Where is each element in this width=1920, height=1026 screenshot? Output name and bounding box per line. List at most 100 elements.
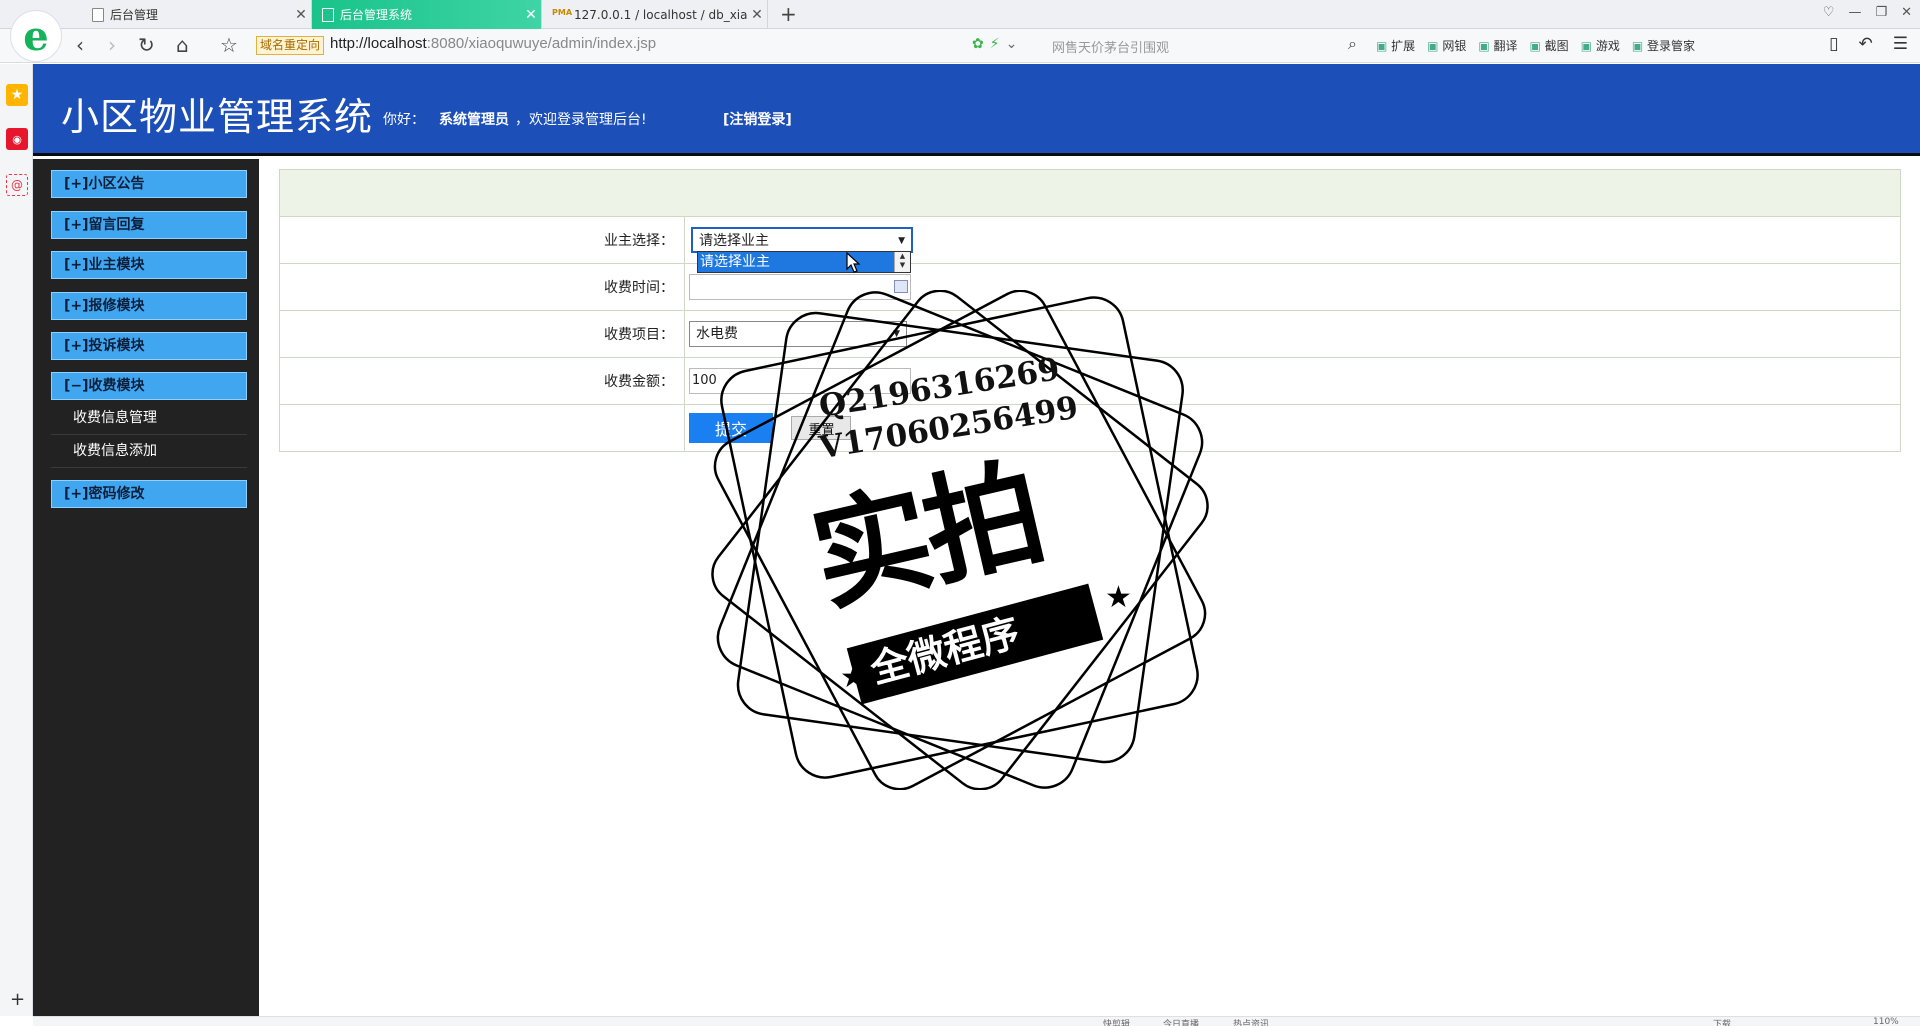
window-controls: ♡ — ❐ ✕ — [1823, 5, 1912, 20]
close-icon[interactable]: ✕ — [291, 7, 311, 23]
home-icon[interactable]: ⌂ — [176, 34, 189, 56]
url-host: http://localhost — [330, 35, 427, 52]
form-row-owner: 业主选择： 请选择业主 — [279, 216, 1901, 264]
greeting-suffix: ，欢迎登录管理后台! — [515, 112, 647, 128]
sidebar-item-notice[interactable]: [+]小区公告 — [51, 170, 247, 198]
close-icon[interactable]: ✕ — [747, 7, 767, 23]
weibo-icon[interactable]: ◉ — [6, 128, 28, 150]
restore-icon[interactable]: ❐ — [1875, 5, 1887, 20]
toolbar-login-manager[interactable]: 登录管家 — [1632, 37, 1695, 54]
tab-title: 127.0.0.1 / localhost / db_xiac — [574, 7, 747, 22]
browser-tab[interactable]: PMA 127.0.0.1 / localhost / db_xiac ✕ — [542, 0, 768, 29]
search-input[interactable]: 网售天价茅台引围观 — [1052, 37, 1169, 56]
user-name: 系统管理员 — [439, 112, 509, 128]
app-title: 小区物业管理系统 — [61, 95, 374, 139]
add-icon[interactable]: + — [10, 989, 25, 1010]
browser-toolbar-right: ▯ ↶ ☰ — [1829, 34, 1908, 54]
minimize-icon[interactable]: — — [1848, 5, 1861, 20]
page-icon — [92, 7, 104, 22]
sidebar-item-password[interactable]: [+]密码修改 — [51, 480, 247, 508]
forward-icon[interactable]: › — [108, 34, 116, 56]
sidebar-subitem-fee-manage[interactable]: 收费信息管理 — [51, 402, 247, 435]
status-item[interactable]: 热点资讯 — [1233, 1017, 1269, 1026]
close-icon[interactable]: ✕ — [521, 7, 541, 23]
time-label: 收费时间： — [279, 263, 685, 311]
sidebar-item-complaint[interactable]: [+]投诉模块 — [51, 332, 247, 360]
url-path: :8080/xiaoquwuye/admin/index.jsp — [426, 35, 657, 52]
browser-status-bar: 快剪辑 今日直播 热点资讯 下载 110% — [33, 1016, 1920, 1026]
item-cell: 水电费 — [684, 310, 1901, 358]
main-content: 业主选择： 请选择业主 收费时间： 收费项目： 水电费 收费金额： 100 — [259, 159, 1920, 1016]
owner-option[interactable]: 请选择业主 — [698, 252, 894, 272]
amount-label: 收费金额： — [279, 357, 685, 405]
toolbar-games[interactable]: 游戏 — [1581, 37, 1620, 54]
status-item[interactable]: 今日直播 — [1163, 1017, 1199, 1026]
reset-button[interactable]: 重置 — [791, 416, 852, 440]
owner-select[interactable]: 请选择业主 — [691, 227, 913, 253]
sidebar-item-fee[interactable]: [−]收费模块 — [51, 372, 247, 400]
browser-tab-active[interactable]: 后台管理系统 ✕ — [312, 0, 542, 29]
item-label: 收费项目： — [279, 310, 685, 358]
toolbar-translate[interactable]: 翻译 — [1478, 37, 1518, 54]
owner-dropdown-list: 请选择业主 ▲ ▼ — [697, 251, 911, 273]
browser-tab-bar: 后台管理 ✕ 后台管理系统 ✕ PMA 127.0.0.1 / localhos… — [0, 0, 1920, 29]
browser-side-strip: ★ ◉ @ + — [0, 64, 33, 1016]
skin-icon[interactable]: ♡ — [1823, 5, 1835, 20]
redirect-badge[interactable]: 域名重定向 — [256, 36, 325, 55]
form-row-actions: 提交 重置 — [279, 404, 1901, 452]
fee-time-input[interactable] — [689, 274, 911, 300]
form-row-item: 收费项目： 水电费 — [279, 310, 1901, 358]
fee-item-select[interactable]: 水电费 — [689, 321, 907, 347]
mouse-cursor-icon — [846, 252, 861, 273]
security-icon[interactable]: ✿ — [972, 36, 984, 52]
address-bar[interactable]: http://localhost:8080/xiaoquwuye/admin/i… — [330, 35, 656, 52]
form-row-amount: 收费金额： 100 — [279, 357, 1901, 405]
fee-amount-input[interactable]: 100 — [689, 368, 911, 394]
menu-icon[interactable]: ☰ — [1893, 34, 1908, 54]
back-icon[interactable]: ‹ — [76, 34, 84, 56]
browser-toolbar: 扩展 网银 翻译 截图 游戏 登录管家 — [1376, 37, 1695, 54]
chevron-down-icon[interactable]: ⌄ — [1006, 36, 1018, 52]
sidebar-item-message[interactable]: [+]留言回复 — [51, 211, 247, 239]
speed-mode-icon[interactable]: ⚡ — [990, 36, 1000, 52]
zoom-level[interactable]: 110% — [1873, 1017, 1899, 1026]
app-header: 小区物业管理系统 你好： 系统管理员 ，欢迎登录管理后台! [注销登录] — [33, 64, 1920, 156]
close-window-icon[interactable]: ✕ — [1901, 5, 1912, 20]
dropdown-scrollbar[interactable]: ▲ ▼ — [894, 252, 910, 272]
address-icons: ✿ ⚡ ⌄ — [972, 36, 1017, 52]
mail-icon[interactable]: @ — [6, 174, 28, 196]
tab-title: 后台管理系统 — [340, 8, 413, 22]
reload-icon[interactable]: ↻ — [138, 34, 155, 56]
toolbar-screenshot[interactable]: 截图 — [1530, 37, 1569, 54]
form-header-cell — [279, 169, 1901, 217]
actions-spacer — [279, 404, 685, 452]
logout-link[interactable]: [注销登录] — [723, 109, 792, 129]
sidebar-subitem-fee-add[interactable]: 收费信息添加 — [51, 435, 247, 468]
actions-cell: 提交 重置 — [684, 404, 1901, 452]
toolbar-extensions[interactable]: 扩展 — [1376, 37, 1415, 54]
submit-button[interactable]: 提交 — [689, 413, 773, 443]
calendar-icon[interactable] — [894, 280, 908, 293]
sidebar-item-repair[interactable]: [+]报修模块 — [51, 292, 247, 320]
amount-cell: 100 — [684, 357, 1901, 405]
bookmark-star-icon[interactable]: ☆ — [220, 34, 238, 56]
toolbar-bank[interactable]: 网银 — [1427, 37, 1466, 54]
status-item[interactable]: 快剪辑 — [1103, 1017, 1130, 1026]
sidebar: [+]小区公告 [+]留言回复 [+]业主模块 [+]报修模块 [+]投诉模块 … — [33, 159, 259, 1016]
phpmyadmin-icon: PMA — [552, 7, 573, 17]
status-item[interactable]: 下载 — [1713, 1017, 1731, 1026]
favorites-star-icon[interactable]: ★ — [6, 84, 28, 106]
search-icon[interactable]: ⌕ — [1348, 34, 1357, 54]
browser-logo-icon[interactable]: e — [10, 10, 62, 62]
fee-add-form: 业主选择： 请选择业主 收费时间： 收费项目： 水电费 收费金额： 100 — [279, 169, 1901, 452]
form-header-row — [279, 169, 1901, 217]
new-tab-icon[interactable]: + — [780, 2, 797, 26]
sidebar-item-owner[interactable]: [+]业主模块 — [51, 251, 247, 279]
browser-tab[interactable]: 后台管理 ✕ — [82, 0, 312, 29]
browser-nav-bar: ‹ › ↻ ⌂ ☆ 域名重定向 http://localhost:8080/xi… — [0, 29, 1920, 63]
greeting: 你好： 系统管理员 ，欢迎登录管理后台! — [383, 109, 647, 129]
undo-icon[interactable]: ↶ — [1859, 34, 1873, 54]
greeting-prefix: 你好： — [383, 112, 425, 128]
reader-icon[interactable]: ▯ — [1829, 34, 1838, 54]
page-icon — [322, 7, 334, 22]
